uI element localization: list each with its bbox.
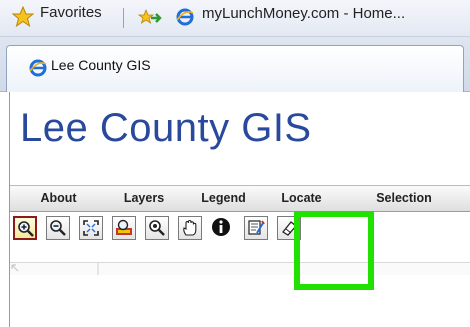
zoom-out-icon: [50, 220, 66, 236]
add-to-favorites-bar-icon[interactable]: [137, 8, 162, 31]
favorite-link-mylunchmoney[interactable]: myLunchMoney.com - Home...: [202, 5, 405, 22]
pan-button[interactable]: [178, 216, 202, 240]
zoom-box-button[interactable]: [112, 216, 136, 240]
menu-locate[interactable]: Locate: [266, 186, 338, 211]
favorites-divider: [123, 8, 124, 28]
gis-menu-bar: About Layers Legend Locate Selection: [10, 185, 470, 212]
properties-icon: [248, 220, 265, 235]
menu-legend[interactable]: Legend: [181, 186, 267, 211]
identify-button[interactable]: [211, 216, 235, 240]
ie-tab-icon: [29, 59, 47, 82]
zoom-box-icon: [116, 219, 132, 235]
page-title: Lee County GIS: [20, 106, 312, 150]
map-toolbar: [10, 213, 470, 249]
favorites-label[interactable]: Favorites: [40, 4, 102, 21]
browser-tab-bar: Lee County GIS: [0, 37, 470, 92]
zoom-in-icon: [18, 221, 34, 237]
zoom-out-button[interactable]: [46, 216, 70, 240]
browser-tab[interactable]: Lee County GIS: [6, 45, 464, 92]
full-extent-button[interactable]: [79, 216, 103, 240]
menu-layers[interactable]: Layers: [107, 186, 182, 211]
gis-page: Lee County GIS About Layers Legend Locat…: [9, 92, 470, 327]
menu-selection[interactable]: Selection: [337, 186, 470, 211]
map-view[interactable]: [10, 262, 470, 327]
menu-about[interactable]: About: [10, 186, 108, 211]
properties-button[interactable]: [244, 216, 268, 240]
tab-title: Lee County GIS: [51, 57, 151, 73]
ie-page-icon: [176, 8, 194, 30]
identify-icon: [212, 218, 230, 236]
favorites-star-icon[interactable]: [11, 5, 35, 32]
zoom-selection-button[interactable]: [145, 216, 169, 240]
annotation-highlight-box: [294, 211, 374, 290]
pan-hand-icon: [183, 219, 197, 236]
favorites-bar: Favorites myLunchMoney.com - Home...: [0, 0, 470, 37]
full-extent-icon: [83, 220, 99, 236]
zoom-in-button[interactable]: [13, 216, 37, 240]
map-scale-ruler: [10, 262, 470, 275]
zoom-selection-icon: [149, 220, 165, 236]
